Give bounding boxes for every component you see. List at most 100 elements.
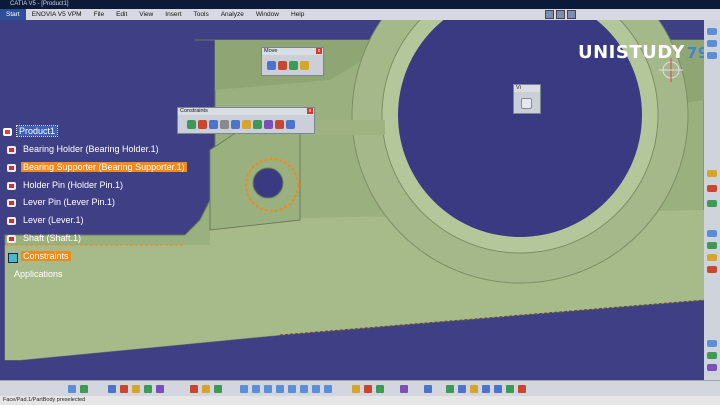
tree-item-bearing-supporter[interactable]: Bearing Supporter (Bearing Supporter.1) — [7, 161, 187, 174]
tool-icon[interactable] — [364, 385, 372, 393]
menu-analyze[interactable]: Analyze — [215, 9, 250, 20]
tool-icon[interactable] — [707, 200, 717, 207]
tool-icon[interactable] — [707, 254, 717, 261]
menu-window[interactable]: Window — [250, 9, 285, 20]
tool-icon[interactable] — [312, 385, 320, 393]
tool-icon[interactable] — [214, 385, 222, 393]
close-icon[interactable]: x — [307, 108, 313, 114]
tool-icon[interactable] — [120, 385, 128, 393]
right-toolbar — [704, 20, 720, 380]
tool-icon[interactable] — [707, 340, 717, 347]
3d-viewport[interactable]: UNISTUDY 79 Product1 Bearing Holder (Bear… — [0, 20, 704, 380]
reuse-pattern-icon[interactable] — [286, 120, 295, 130]
menu-start[interactable]: Start — [0, 9, 26, 20]
tool-icon[interactable] — [400, 385, 408, 393]
change-constraint-icon[interactable] — [275, 120, 284, 130]
part-icon — [7, 234, 18, 244]
clash-icon[interactable] — [300, 61, 309, 71]
menu-file[interactable]: File — [88, 9, 110, 20]
tool-icon[interactable] — [156, 385, 164, 393]
tool-icon[interactable] — [707, 185, 717, 192]
tool-icon[interactable] — [707, 230, 717, 237]
tool-icon[interactable] — [707, 170, 717, 177]
menu-help[interactable]: Help — [285, 9, 310, 20]
formula-icon[interactable] — [68, 385, 76, 393]
tree-item-lever-pin[interactable]: Lever Pin (Lever Pin.1) — [7, 196, 117, 209]
tool-icon[interactable] — [376, 385, 384, 393]
tree-item-shaft[interactable]: Shaft (Shaft.1) — [7, 232, 83, 245]
tool-icon[interactable] — [276, 385, 284, 393]
zoom-in-icon[interactable] — [482, 385, 490, 393]
tool-icon[interactable] — [352, 385, 360, 393]
constraints-toolbar[interactable]: Constraints x — [177, 107, 315, 134]
tool-icon[interactable] — [144, 385, 152, 393]
normal-view-icon[interactable] — [506, 385, 514, 393]
manipulate-icon[interactable] — [267, 61, 276, 71]
tool-icon[interactable] — [707, 352, 717, 359]
fly-mode-icon[interactable] — [424, 385, 432, 393]
part-icon — [7, 181, 18, 191]
tool-icon[interactable] — [707, 266, 717, 273]
small-floating-toolbar[interactable]: Vi — [513, 84, 541, 114]
views-icon[interactable] — [518, 385, 526, 393]
snap-icon[interactable] — [278, 61, 287, 71]
zoom-out-icon[interactable] — [494, 385, 502, 393]
tool-icon[interactable] — [300, 385, 308, 393]
window-titlebar: CATIA V5 - [Product1] — [0, 0, 720, 9]
fit-all-icon[interactable] — [446, 385, 454, 393]
explode-icon[interactable] — [289, 61, 298, 71]
tree-item-bearing-holder[interactable]: Bearing Holder (Bearing Holder.1) — [7, 143, 161, 156]
tool-icon[interactable] — [108, 385, 116, 393]
comment-icon[interactable] — [80, 385, 88, 393]
tool-icon[interactable] — [202, 385, 210, 393]
menu-bar: Start ENOVIA V5 VPM File Edit View Insert Tool… — [0, 9, 720, 20]
tool-icon[interactable] — [707, 40, 717, 47]
fix-component-icon[interactable] — [231, 120, 240, 130]
constraints-toolbar-titlebar[interactable]: Constraints x — [178, 108, 314, 115]
tree-item-constraints[interactable]: Constraints — [7, 250, 71, 263]
close-icon[interactable]: x — [316, 48, 322, 54]
tree-item-lever[interactable]: Lever (Lever.1) — [7, 214, 86, 227]
tree-item-holder-pin[interactable]: Holder Pin (Holder Pin.1) — [7, 179, 125, 192]
tool-icon[interactable] — [707, 28, 717, 35]
spiral-icon[interactable] — [521, 98, 532, 110]
small-toolbar-titlebar[interactable]: Vi — [514, 85, 540, 92]
tool-icon[interactable] — [264, 385, 272, 393]
part-icon — [7, 145, 18, 155]
tool-icon[interactable] — [707, 52, 717, 59]
coincidence-constraint-icon[interactable] — [187, 120, 196, 130]
bottom-toolbar — [0, 380, 720, 397]
menu-enovia[interactable]: ENOVIA V5 VPM — [26, 9, 88, 20]
tool-icon[interactable] — [190, 385, 198, 393]
part-icon — [7, 216, 18, 226]
move-toolbar-titlebar[interactable]: Move x — [262, 48, 323, 55]
status-bar: Face/Pad.1/PartBody preselected — [0, 396, 720, 405]
rotate-icon[interactable] — [470, 385, 478, 393]
pan-icon[interactable] — [458, 385, 466, 393]
tool-icon[interactable] — [240, 385, 248, 393]
offset-constraint-icon[interactable] — [209, 120, 218, 130]
tool-icon[interactable] — [132, 385, 140, 393]
flexible-rigid-icon[interactable] — [264, 120, 273, 130]
tool-icon[interactable] — [252, 385, 260, 393]
tree-item-applications[interactable]: Applications — [12, 268, 65, 281]
menu-view[interactable]: View — [133, 9, 159, 20]
tool-icon[interactable] — [324, 385, 332, 393]
menu-edit[interactable]: Edit — [110, 9, 133, 20]
fix-together-icon[interactable] — [242, 120, 251, 130]
tool-icon[interactable] — [288, 385, 296, 393]
menu-insert[interactable]: Insert — [159, 9, 187, 20]
part-icon — [7, 198, 18, 208]
brand-logo: UNISTUDY 79 — [578, 42, 704, 63]
tree-root[interactable]: Product1 — [3, 125, 59, 138]
contact-constraint-icon[interactable] — [198, 120, 207, 130]
quick-constraint-icon[interactable] — [253, 120, 262, 130]
menu-tools[interactable]: Tools — [188, 9, 215, 20]
move-toolbar[interactable]: Move x — [261, 47, 324, 76]
tool-icon[interactable] — [707, 242, 717, 249]
quick-tool-icon[interactable] — [545, 10, 554, 19]
angle-constraint-icon[interactable] — [220, 120, 229, 130]
quick-tool-icon[interactable] — [556, 10, 565, 19]
tool-icon[interactable] — [707, 364, 717, 371]
quick-tool-icon[interactable] — [567, 10, 576, 19]
